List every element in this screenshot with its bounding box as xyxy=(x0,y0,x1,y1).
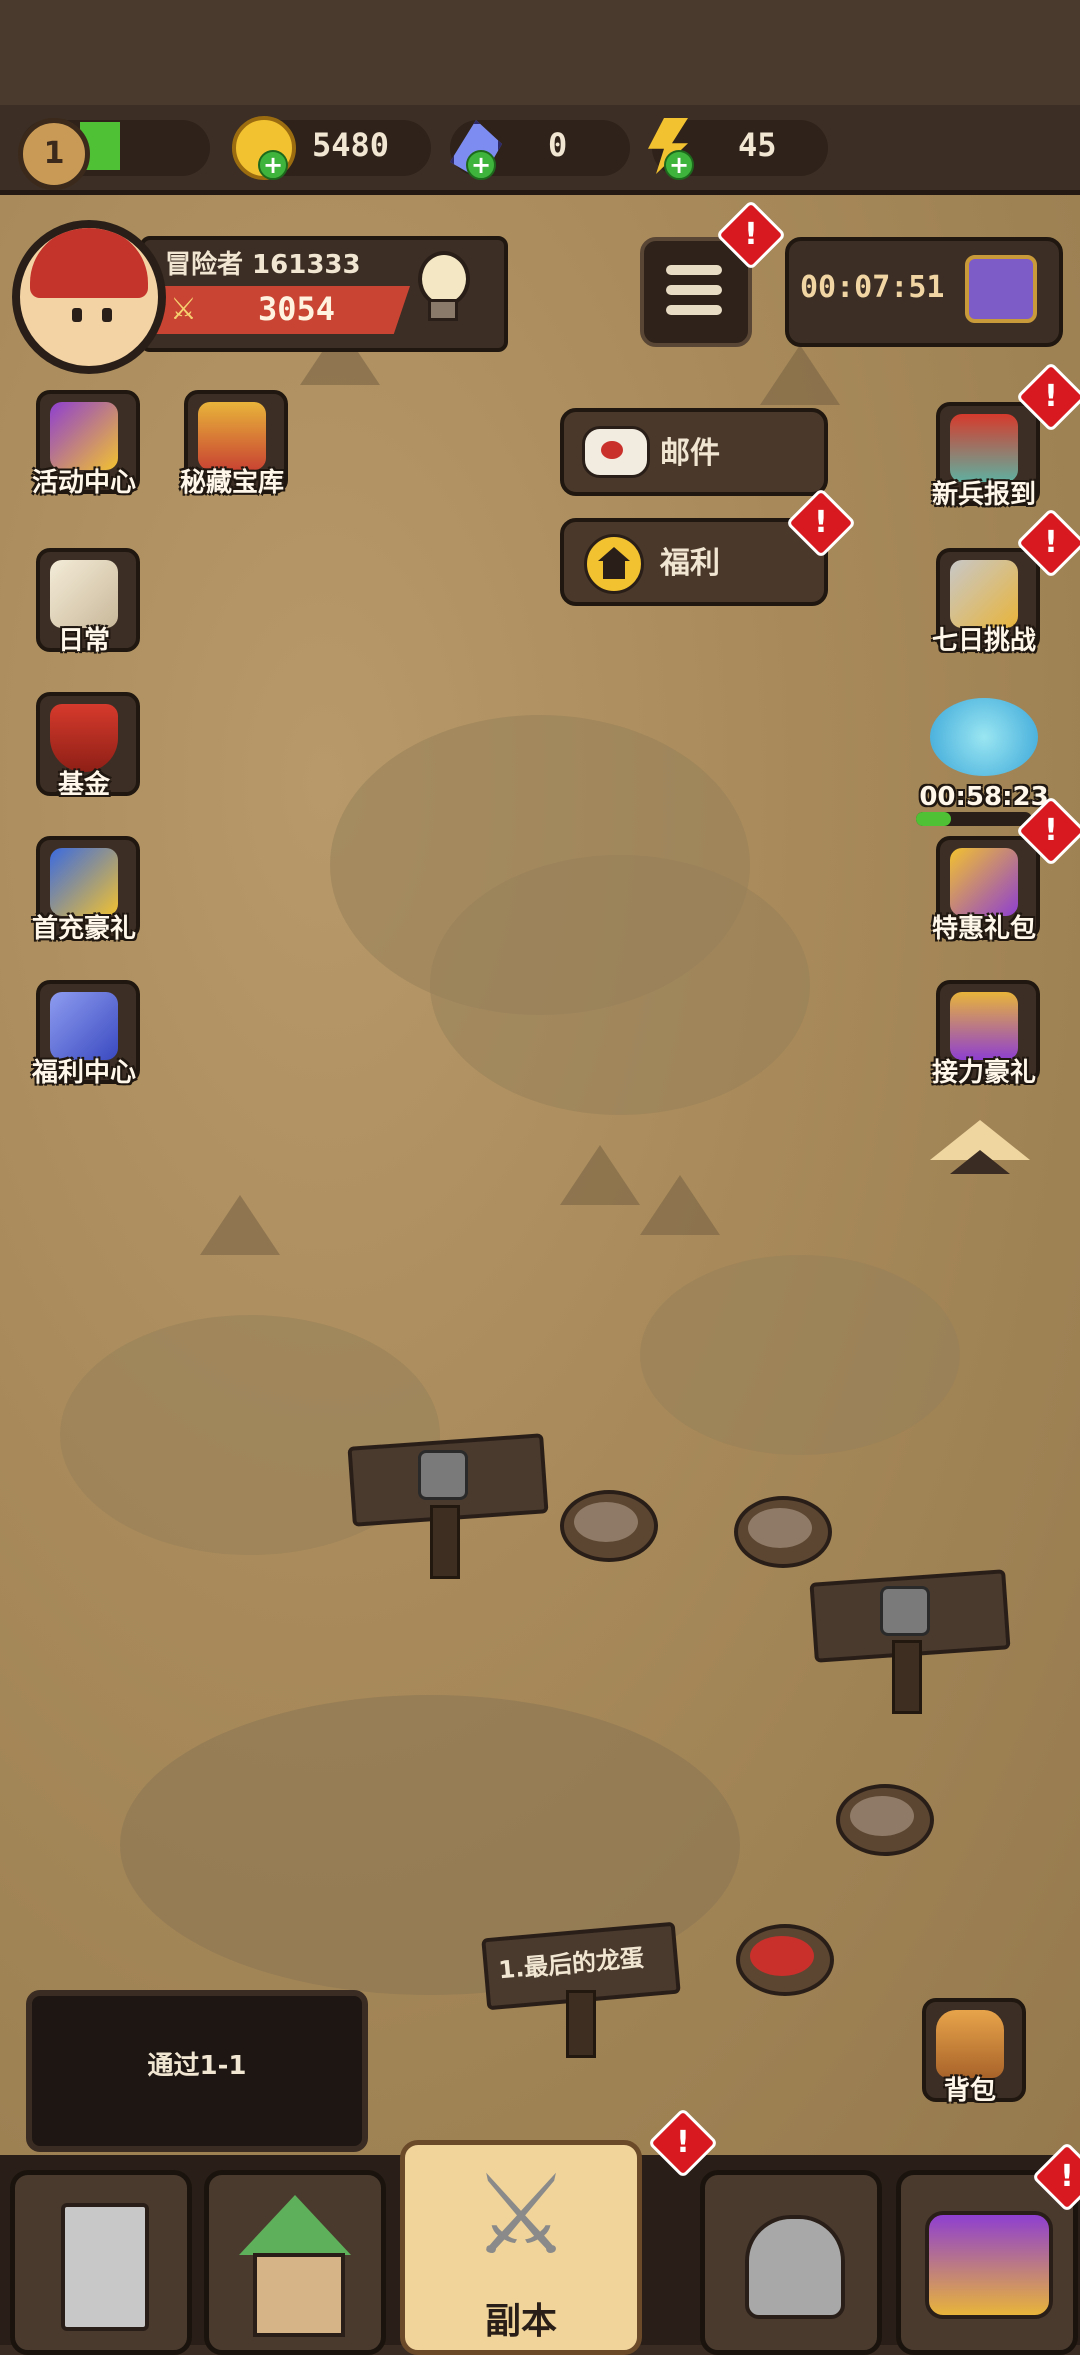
gem-chest-icon xyxy=(50,992,118,1060)
mail-label: 邮件 xyxy=(660,436,720,471)
gift-box-icon xyxy=(50,848,118,916)
event-center-label: 活动中心 xyxy=(31,468,136,498)
special-pack-button[interactable]: 特惠礼包 xyxy=(928,828,1040,944)
stage-node-locked[interactable] xyxy=(836,1784,934,1856)
gem-plus-icon[interactable]: + xyxy=(466,150,496,180)
avatar[interactable] xyxy=(12,220,166,374)
house-icon xyxy=(253,2253,345,2337)
backpack-icon xyxy=(936,2010,1004,2078)
daily-button[interactable]: 日常 xyxy=(28,540,140,656)
chevron-up-inner xyxy=(950,1150,1010,1174)
top-status-bar xyxy=(0,0,1080,109)
lock-icon xyxy=(418,1450,468,1500)
fund-label: 基金 xyxy=(57,770,110,800)
house-roof-icon xyxy=(239,2195,351,2255)
welfare-label: 福利 xyxy=(660,546,720,581)
event-center-button[interactable]: 活动中心 xyxy=(28,382,140,498)
welfare-center-label: 福利中心 xyxy=(31,1058,136,1088)
nav-dungeon[interactable]: ⚔ 副本 xyxy=(400,2140,642,2355)
lock-icon xyxy=(880,1586,930,1636)
stage-node-locked[interactable] xyxy=(560,1490,658,1562)
first-recharge-button[interactable]: 首充豪礼 xyxy=(28,828,140,944)
quest-text: 通过1-1 xyxy=(147,2051,247,2081)
stage-node-locked[interactable] xyxy=(734,1496,832,1568)
treasure-vault-label: 秘藏宝库 xyxy=(179,468,284,498)
recruit-checkin-button[interactable]: 新兵报到 xyxy=(928,394,1040,510)
bag-label: 背包 xyxy=(943,2076,996,2106)
crossed-swords-icon: ⚔ xyxy=(471,2151,571,2279)
party-popper-icon xyxy=(50,402,118,470)
seven-day-challenge-label: 七日挑战 xyxy=(931,626,1036,656)
seven-day-challenge-button[interactable]: 七日挑战 xyxy=(928,540,1040,656)
scroll-icon xyxy=(50,560,118,628)
signpost-pole xyxy=(430,1505,460,1579)
relay-gift-label: 接力豪礼 xyxy=(931,1058,1036,1088)
signpost-pole xyxy=(566,1990,596,2058)
crossed-swords-icon xyxy=(950,560,1018,628)
gift-box-icon xyxy=(950,848,1018,916)
energy-amount: 45 xyxy=(738,126,777,164)
nav-dungeon-label: 副本 xyxy=(484,2301,557,2342)
nav-hero[interactable] xyxy=(700,2170,882,2355)
piggy-bank-button[interactable]: 00:58:23 xyxy=(919,690,1049,812)
relay-gift-button[interactable]: 接力豪礼 xyxy=(928,972,1040,1088)
treasure-chest-icon xyxy=(950,992,1018,1060)
nav-tower[interactable] xyxy=(10,2170,192,2355)
special-pack-label: 特惠礼包 xyxy=(931,914,1036,944)
piggy-bank-icon xyxy=(930,698,1038,776)
lightbulb-icon[interactable] xyxy=(410,245,470,323)
gift-icon xyxy=(950,414,1018,482)
event-timer: 00:07:51 xyxy=(800,270,945,305)
daily-label: 日常 xyxy=(57,626,110,656)
level-badge: 1 xyxy=(18,118,90,190)
shield-icon xyxy=(50,704,118,772)
house-icon xyxy=(584,534,644,594)
fund-button[interactable]: 基金 xyxy=(28,684,140,800)
piggy-progress-track xyxy=(916,812,1032,826)
treasure-chest-icon xyxy=(198,402,266,470)
treasure-vault-button[interactable]: 秘藏宝库 xyxy=(176,382,288,498)
combat-power: 3054 xyxy=(258,290,336,328)
helmet-icon xyxy=(745,2215,845,2319)
energy-plus-icon[interactable]: + xyxy=(664,150,694,180)
mail-button[interactable]: 邮件 xyxy=(560,408,828,496)
gold-plus-icon[interactable]: + xyxy=(258,150,288,180)
bag-button[interactable]: 背包 xyxy=(914,1990,1032,2108)
gold-amount: 5480 xyxy=(312,126,390,164)
gem-amount: 0 xyxy=(548,126,568,164)
welfare-center-button[interactable]: 福利中心 xyxy=(28,972,140,1088)
timer-chest-icon[interactable] xyxy=(965,255,1037,323)
treasure-chest-icon xyxy=(925,2211,1053,2319)
mail-icon xyxy=(582,426,650,478)
stage-node-current[interactable] xyxy=(736,1924,834,1996)
recruit-checkin-label: 新兵报到 xyxy=(931,480,1036,510)
tower-icon xyxy=(61,2203,149,2331)
welfare-button[interactable]: 福利 xyxy=(560,518,828,606)
sword-power-icon: ⚔ xyxy=(170,292,197,327)
signpost-pole xyxy=(892,1640,922,1714)
player-name: 冒险者 161333 xyxy=(165,250,361,280)
nav-town[interactable] xyxy=(204,2170,386,2355)
first-recharge-label: 首充豪礼 xyxy=(31,914,136,944)
